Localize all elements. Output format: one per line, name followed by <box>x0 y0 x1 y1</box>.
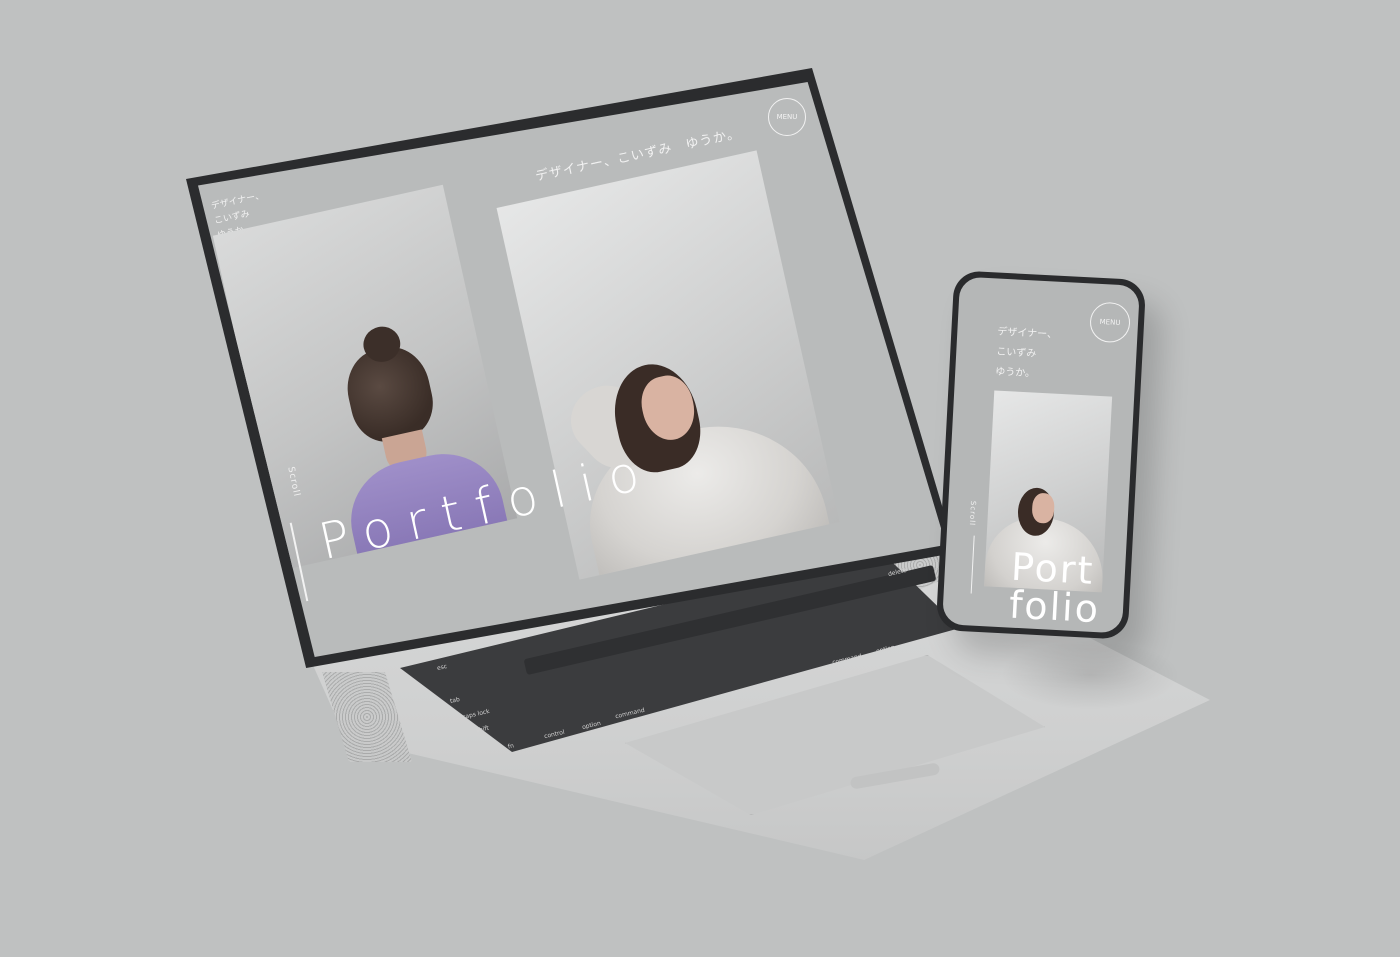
smartphone: MENU デザイナー、 こいずみ ゆうか。 Scroll Port folio <box>935 270 1147 640</box>
website-mobile-view: MENU デザイナー、 こいずみ ゆうか。 Scroll Port folio <box>942 276 1140 634</box>
mockup-scene: esc tab caps lock shift fn control optio… <box>0 0 1400 957</box>
mobile-scroll-line <box>970 535 975 594</box>
phone-shadow <box>1000 640 1180 710</box>
mobile-menu-button[interactable]: MENU <box>1089 301 1132 344</box>
menu-button[interactable]: MENU <box>768 98 806 136</box>
mobile-scroll-label[interactable]: Scroll <box>968 501 977 527</box>
key-fn: fn <box>507 742 515 751</box>
mobile-name-text: デザイナー、 こいずみ ゆうか。 <box>994 326 1058 380</box>
mobile-hero-heading: Port folio <box>1007 544 1102 632</box>
